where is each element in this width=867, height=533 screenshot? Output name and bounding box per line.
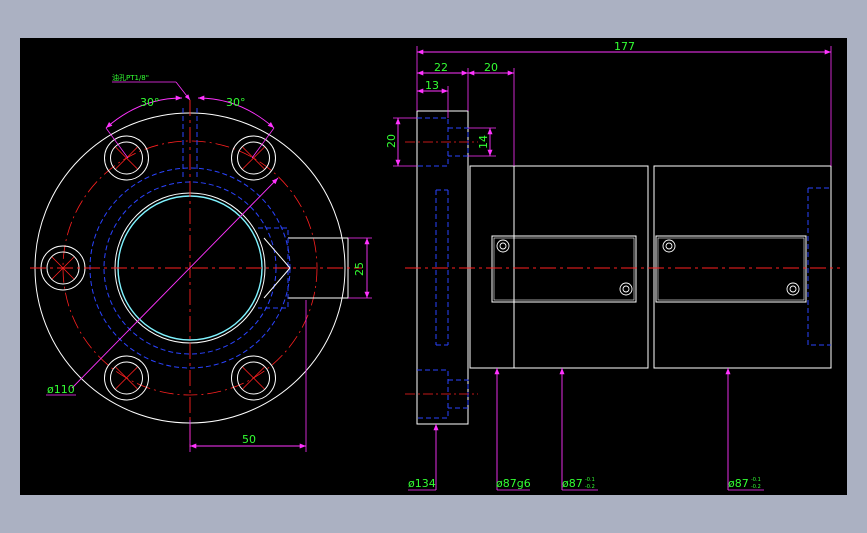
cad-drawing: 30° 30° 油孔PT1/8" ø110 50 25 177 22 20 13…: [30, 40, 840, 491]
body-window-right: [655, 235, 807, 303]
dim-20-vertical-label: 20: [385, 134, 398, 148]
dim-177-label: 177: [614, 40, 635, 53]
dia-bolt-circle-label: ø110: [47, 383, 75, 396]
angle-extension-left: [105, 127, 129, 159]
flange-outline: [416, 110, 469, 425]
body-right-outline: [653, 165, 832, 369]
body-window-right-inner: [657, 237, 805, 301]
bolt-hole: [231, 135, 276, 181]
dim-13-label: 13: [425, 79, 439, 92]
dia-body-3-tol-upper: -0.1: [751, 477, 761, 483]
dia-body-2-label: ø87: [562, 477, 583, 490]
body-left-outline: [469, 165, 649, 369]
dia-body-fit-label: ø87g6: [496, 477, 531, 490]
dia-body-2-tol-upper: -0.1: [585, 477, 595, 483]
dia-body-2-tol-lower: -0.2: [585, 484, 595, 490]
dia-flange-label: ø134: [408, 477, 436, 490]
angle-extension-right: [251, 127, 275, 159]
drawing-viewport[interactable]: 30° 30° 油孔PT1/8" ø110 50 25 177 22 20 13…: [20, 38, 847, 495]
angle-label-right: 30°: [226, 96, 246, 109]
front-view: 30° 30° 油孔PT1/8" ø110 50 25: [30, 73, 372, 452]
window-screw: [786, 282, 800, 296]
dia-body-3-label: ø87: [728, 477, 749, 490]
port-note-leader: [175, 81, 191, 101]
window-screw: [619, 282, 633, 296]
dim-14-label: 14: [477, 135, 490, 149]
dia-body-3-tol-lower: -0.2: [751, 484, 761, 490]
bolt-hole: [231, 355, 276, 401]
dim-20-top-label: 20: [484, 61, 498, 74]
dim-22-label: 22: [434, 61, 448, 74]
port-note-label: 油孔PT1/8": [112, 73, 149, 82]
dim-25-label: 25: [353, 262, 366, 276]
angle-label-left: 30°: [140, 96, 160, 109]
flange-hidden-bore: [435, 189, 449, 346]
bolt-hole: [104, 355, 149, 401]
dim-50-label: 50: [242, 433, 256, 446]
bolt-hole: [104, 135, 149, 181]
window-screw: [496, 239, 510, 253]
window-screw: [662, 239, 676, 253]
body-window-left-inner: [493, 237, 635, 301]
body-hidden-right: [807, 187, 831, 346]
side-view: 177 22 20 13 20 14 ø134 ø87g6 ø87 -0.1 -…: [385, 40, 840, 491]
